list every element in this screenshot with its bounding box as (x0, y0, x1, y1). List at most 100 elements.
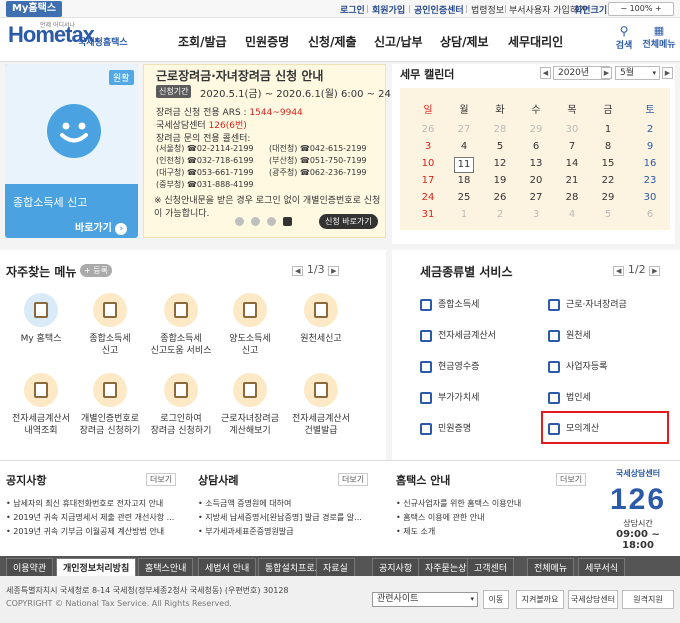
next-year-icon[interactable]: ▶ (601, 67, 612, 79)
service-income-tax[interactable]: 종합소득세 (420, 297, 479, 311)
income-tax-card[interactable]: 원활 종합소득세 신고 바로가기 › (5, 64, 138, 238)
footer-nav-item[interactable]: 개인정보처리방침 (56, 558, 137, 577)
law-info-link[interactable]: 법령정보 (471, 3, 504, 16)
case-item[interactable]: • 소득금액 증명원에 대하여 (198, 498, 291, 509)
service-withholding-tax[interactable]: 원천세 (548, 328, 591, 342)
calendar-day[interactable]: 19 (490, 175, 510, 186)
calendar-day[interactable]: 14 (562, 158, 582, 169)
calendar-day[interactable]: 29 (598, 192, 618, 203)
calendar-day[interactable]: 9 (640, 141, 660, 152)
calendar-day[interactable]: 24 (418, 192, 438, 203)
calendar-day[interactable]: 27 (526, 192, 546, 203)
calendar-day[interactable]: 3 (418, 141, 438, 152)
login-link[interactable]: 로그인 (340, 3, 365, 16)
calendar-day[interactable]: 26 (490, 192, 510, 203)
header-search[interactable]: ⚲ 검색 (612, 24, 636, 51)
apply-shortcut-button[interactable]: 신청 바로가기 (319, 214, 378, 229)
footer-nav-item[interactable]: 홈택스안내 (138, 558, 194, 577)
calendar-day[interactable]: 4 (454, 141, 474, 152)
notice-more-button[interactable]: 더보기 (146, 473, 177, 486)
notice-item[interactable]: • 2019년 귀속 지급명세서 제출 관련 개선사항 ... (6, 512, 174, 523)
calendar-day[interactable]: 12 (490, 158, 510, 169)
favorite-item[interactable]: 양도소득세 신고 (215, 293, 285, 357)
favorite-item[interactable]: 로그인하여 장려금 신청하기 (146, 373, 216, 437)
service-incentive[interactable]: 근로·자녀장려금 (548, 297, 627, 311)
favorite-item[interactable]: 종합소득세 신고 (75, 293, 145, 357)
month-select[interactable]: 5월 ▾ (615, 66, 660, 80)
calendar-day[interactable]: 30 (640, 192, 660, 203)
calendar-day[interactable]: 5 (598, 209, 618, 220)
slide-dot-2[interactable] (251, 217, 260, 226)
calendar-day[interactable]: 11 (454, 157, 474, 173)
guide-item[interactable]: • 홈택스 이용에 관한 안내 (396, 512, 485, 523)
signup-link[interactable]: 회원가입 (372, 3, 405, 16)
prev-year-icon[interactable]: ◀ (540, 67, 551, 79)
nav-tax-agent[interactable]: 세무대리인 (508, 33, 563, 50)
nav-certificate[interactable]: 민원증명 (245, 33, 289, 50)
notice-item[interactable]: • 2019년 귀속 기부금 이월공제 계산방법 안내 (6, 526, 164, 537)
footer-nav-item[interactable]: 자료실 (316, 558, 355, 577)
footer-nav-item[interactable]: 세무서식 (578, 558, 626, 577)
services-next-icon[interactable]: ▶ (649, 266, 661, 276)
calendar-day[interactable]: 1 (598, 124, 618, 135)
calendar-day[interactable]: 1 (454, 209, 474, 220)
service-corporate-tax[interactable]: 법인세 (548, 390, 591, 404)
slide-dot-1[interactable] (235, 217, 244, 226)
calendar-day[interactable]: 6 (526, 141, 546, 152)
calendar-day[interactable]: 13 (526, 158, 546, 169)
zoom-plus-icon[interactable]: + (655, 4, 662, 13)
nav-inquiry[interactable]: 조회/발급 (178, 33, 227, 50)
services-prev-icon[interactable]: ◀ (613, 266, 625, 276)
footer-nav-item[interactable]: 고객센터 (467, 558, 515, 577)
calendar-day[interactable]: 26 (418, 124, 438, 135)
calendar-day[interactable]: 15 (598, 158, 618, 169)
calendar-day[interactable]: 6 (640, 209, 660, 220)
notice-item[interactable]: • 납세자의 최신 휴대전화번호로 전자고지 안내 (6, 498, 163, 509)
hometax-more-button[interactable]: 더보기 (556, 473, 587, 486)
favorite-item[interactable]: 전자세금계산서 내역조회 (6, 373, 76, 437)
service-e-invoice[interactable]: 전자세금계산서 (420, 328, 496, 342)
calendar-day[interactable]: 30 (562, 124, 582, 135)
favorite-item[interactable]: 근로자녀장려금 계산해보기 (215, 373, 285, 437)
case-item[interactable]: • 지방세 납세증명서[완납증명] 발급 경로를 알... (198, 512, 362, 523)
favorite-item[interactable]: 개별인증번호로 장려금 신청하기 (75, 373, 145, 437)
footer-nav-item[interactable]: 세법서 안내 (198, 558, 257, 577)
header-all-menu[interactable]: ▦ 전체메뉴 (640, 24, 678, 50)
footer-nav-item[interactable]: 공지사항 (372, 558, 420, 577)
calendar-day[interactable]: 21 (562, 175, 582, 186)
calendar-day[interactable]: 10 (418, 158, 438, 169)
calendar-day[interactable]: 4 (562, 209, 582, 220)
calendar-day[interactable]: 27 (454, 124, 474, 135)
pager-next-icon[interactable]: ▶ (328, 266, 340, 276)
calendar-day[interactable]: 25 (454, 192, 474, 203)
calendar-day[interactable]: 7 (562, 141, 582, 152)
calendar-day[interactable]: 17 (418, 175, 438, 186)
favorite-item[interactable]: My 홈택스 (6, 293, 76, 345)
calendar-day[interactable]: 28 (562, 192, 582, 203)
calendar-day[interactable]: 2 (490, 209, 510, 220)
next-month-icon[interactable]: ▶ (662, 67, 673, 79)
service-biz-registration[interactable]: 사업자등록 (548, 359, 607, 373)
go-button[interactable]: 이동 (483, 590, 509, 609)
case-item[interactable]: • 부가세과세표준증명원발급 (198, 526, 294, 537)
calendar-day[interactable]: 18 (454, 175, 474, 186)
footer-nav-item[interactable]: 이용약관 (6, 558, 54, 577)
calendar-day[interactable]: 22 (598, 175, 618, 186)
slide-pause-icon[interactable] (283, 217, 292, 226)
my-hometax-tab[interactable]: My홈택스 (6, 1, 62, 17)
zoom-minus-icon[interactable]: − (620, 4, 627, 13)
calendar-day[interactable]: 16 (640, 158, 660, 169)
favorite-item[interactable]: 원천세신고 (286, 293, 356, 345)
card-go-button[interactable]: 바로가기 › (75, 219, 128, 235)
calendar-day[interactable]: 8 (598, 141, 618, 152)
calendar-day[interactable]: 20 (526, 175, 546, 186)
guide-item[interactable]: • 제도 소개 (396, 526, 435, 537)
calendar-day[interactable]: 31 (418, 209, 438, 220)
service-cash-receipt[interactable]: 현금영수증 (420, 359, 479, 373)
calendar-day[interactable]: 2 (640, 124, 660, 135)
cert-center-link[interactable]: 공인인증센터 (414, 3, 464, 16)
guide-item[interactable]: • 신규사업자를 위한 홈택스 이용안내 (396, 498, 521, 509)
service-vat[interactable]: 부가가치세 (420, 390, 479, 404)
remote-support-button[interactable]: 원격지원 (622, 590, 674, 609)
callcenter-button[interactable]: 국세상담센터 (568, 590, 618, 609)
